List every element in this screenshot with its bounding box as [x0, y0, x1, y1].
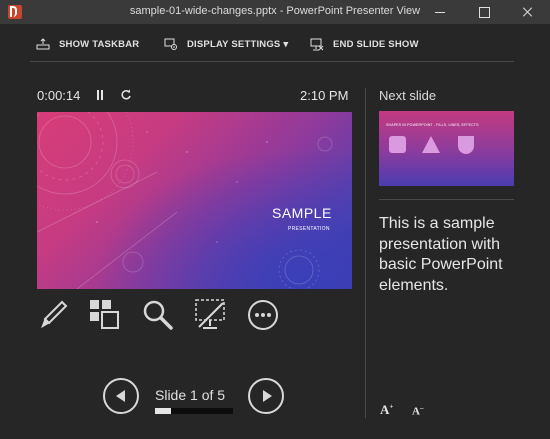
speaker-notes[interactable]: This is a sample presentation with basic…	[379, 214, 514, 296]
decrease-font-icon: –	[419, 404, 424, 412]
pen-icon	[41, 300, 68, 329]
increase-font-icon: +	[389, 402, 394, 411]
end-slide-show-label: END SLIDE SHOW	[333, 39, 419, 50]
restart-timer-icon[interactable]	[120, 89, 132, 101]
slide-counter[interactable]: Slide 1 of 5	[155, 387, 225, 403]
display-settings-button[interactable]: DISPLAY SETTINGS ▾	[164, 38, 288, 51]
toolbar-divider	[30, 61, 514, 62]
previous-slide-button[interactable]	[103, 378, 139, 414]
pane-divider[interactable]	[365, 88, 366, 418]
title-bar: sample-01-wide-changes.pptx - PowerPoint…	[0, 0, 550, 24]
black-screen-icon	[195, 299, 225, 329]
more-options-icon	[248, 300, 278, 330]
pen-tool-button[interactable]	[37, 298, 71, 332]
notes-divider	[379, 199, 514, 200]
taskbar-icon	[36, 38, 50, 50]
see-all-slides-icon	[90, 300, 119, 329]
maximize-button[interactable]	[462, 0, 506, 24]
next-slide-label: Next slide	[379, 88, 437, 103]
see-all-slides-button[interactable]	[88, 298, 122, 332]
zoom-button[interactable]	[141, 298, 175, 332]
current-slide-preview[interactable]: SAMPLE PRESENTATION	[37, 112, 352, 289]
presenter-toolbar: SHOW TASKBAR DISPLAY SETTINGS ▾ END SLID…	[0, 24, 550, 62]
black-screen-button[interactable]	[194, 298, 228, 332]
clock: 2:10 PM	[300, 88, 349, 103]
slide-progress-bar	[155, 408, 233, 414]
slide-progress-fill	[155, 408, 171, 414]
current-slide-title: SAMPLE	[272, 205, 332, 221]
slide-background-decoration	[37, 112, 333, 289]
increase-font-button[interactable]: A+	[380, 402, 393, 418]
display-settings-label: DISPLAY SETTINGS ▾	[187, 39, 289, 50]
end-slide-show-button[interactable]: END SLIDE SHOW	[310, 38, 419, 51]
show-taskbar-button[interactable]: SHOW TASKBAR	[36, 38, 139, 50]
next-slide-button[interactable]	[248, 378, 284, 414]
next-slide-preview[interactable]: SHAPES IN POWERPOINT - FILLS, LINES, EFF…	[379, 111, 514, 186]
more-options-button[interactable]	[246, 298, 280, 332]
increase-font-label: A	[380, 402, 390, 417]
display-settings-icon	[164, 38, 177, 50]
end-slide-show-icon	[310, 38, 324, 51]
next-slide-shapes	[389, 136, 474, 154]
current-slide-subtitle: PRESENTATION	[288, 226, 330, 232]
show-taskbar-label: SHOW TASKBAR	[59, 38, 140, 50]
zoom-icon	[143, 300, 173, 330]
decrease-font-label: A	[412, 405, 420, 418]
elapsed-timer: 0:00:14	[37, 88, 81, 103]
decrease-font-button[interactable]: A–	[412, 404, 423, 418]
pause-icon[interactable]	[96, 90, 104, 100]
minimize-button[interactable]	[418, 0, 462, 24]
close-button[interactable]	[506, 0, 550, 24]
